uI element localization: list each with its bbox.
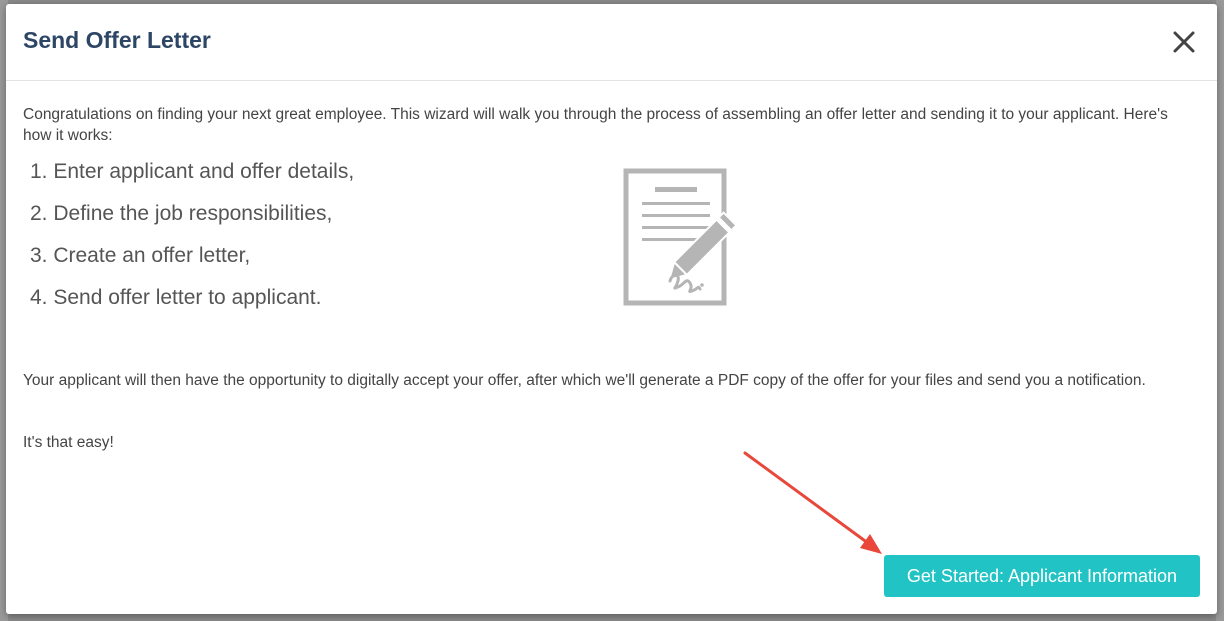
close-icon [1173, 31, 1195, 53]
step-item: 3. Create an offer letter, [30, 244, 251, 267]
signed-document-icon [623, 168, 738, 306]
modal-body: Congratulations on finding your next gre… [23, 104, 1183, 451]
step-item: 2. Define the job responsibilities, [30, 202, 333, 225]
step-item: 1. Enter applicant and offer details, [30, 160, 355, 183]
steps-list: 1. Enter applicant and offer details, 2.… [30, 156, 354, 324]
send-offer-letter-modal: Send Offer Letter Congratulations on fin… [6, 4, 1217, 614]
background-right-edge [1216, 0, 1224, 621]
red-arrow-icon [743, 451, 882, 554]
get-started-button[interactable]: Get Started: Applicant Information [884, 555, 1200, 597]
modal-header: Send Offer Letter [6, 4, 1217, 81]
closing-text: It's that easy! [23, 434, 114, 451]
close-button[interactable] [1170, 28, 1198, 56]
step-item: 4. Send offer letter to applicant. [30, 286, 322, 309]
modal-title: Send Offer Letter [23, 27, 211, 53]
illustration [618, 161, 758, 311]
intro-text: Congratulations on finding your next gre… [23, 106, 1168, 144]
followup-text: Your applicant will then have the opport… [23, 372, 1146, 389]
